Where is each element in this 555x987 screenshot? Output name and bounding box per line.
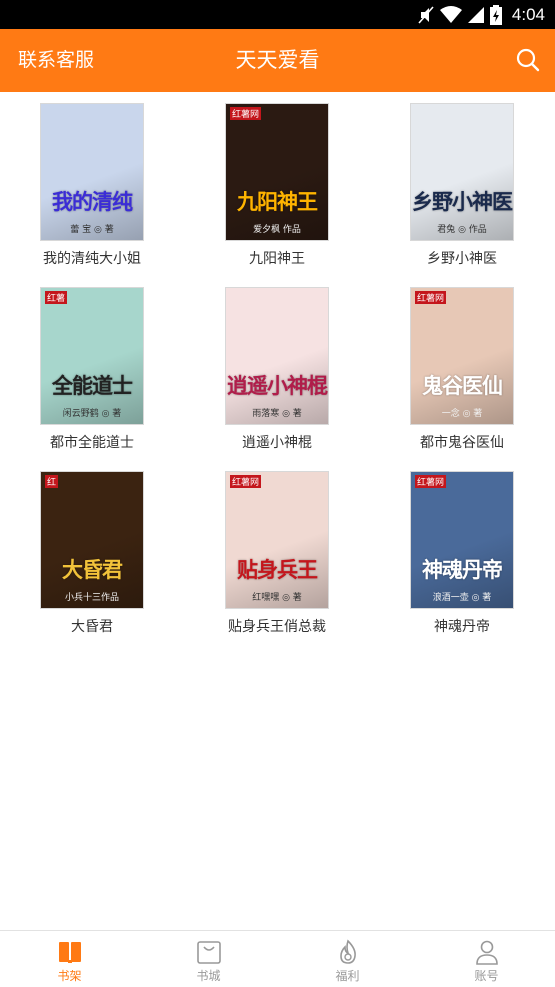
book-title: 神魂丹帝 bbox=[434, 619, 490, 635]
book-item[interactable]: 红薯网 神魂丹帝 浪酒一壶 ◎ 著神魂丹帝 bbox=[387, 460, 537, 635]
tab-label: 书城 bbox=[196, 969, 221, 983]
book-title: 都市鬼谷医仙 bbox=[420, 435, 504, 451]
book-item[interactable]: 红薯网贴身兵王红嘿嘿 ◎ 著贴身兵王俏总裁 bbox=[202, 460, 352, 635]
cover-title: 大昏君 bbox=[62, 557, 123, 582]
cover-author: 一念 ◎ 著 bbox=[441, 409, 483, 419]
bookshelf-icon bbox=[56, 938, 84, 966]
cover-author: 君兔 ◎ 作品 bbox=[437, 225, 487, 235]
cover-title: 我的清纯 bbox=[52, 189, 133, 214]
book-item[interactable]: 红薯网鬼谷医仙一念 ◎ 著都市鬼谷医仙 bbox=[387, 276, 537, 451]
cover-title: 九阳神王 bbox=[237, 189, 318, 214]
book-title: 贴身兵王俏总裁 bbox=[228, 619, 326, 635]
cover-author: 爱夕枫 作品 bbox=[253, 225, 301, 235]
book-title: 大昏君 bbox=[71, 619, 113, 635]
cover-author: 闲云野鹤 ◎ 著 bbox=[62, 409, 122, 419]
contact-support-button[interactable]: 联系客服 bbox=[18, 29, 94, 92]
tab-label: 书架 bbox=[57, 969, 82, 983]
tab-label: 福利 bbox=[335, 969, 360, 983]
wifi-icon bbox=[439, 5, 462, 23]
book-title: 逍遥小神棍 bbox=[242, 435, 312, 451]
book-cover[interactable]: 逍遥小神棍雨落寒 ◎ 著 bbox=[226, 288, 328, 424]
signal-icon bbox=[467, 6, 484, 23]
book-item[interactable]: 乡野小神医 君兔 ◎ 作品 乡野小神医 bbox=[387, 92, 537, 267]
book-item[interactable]: 我的清纯蕾 宝 ◎ 著我的清纯大小姐 bbox=[17, 92, 167, 267]
battery-icon bbox=[489, 4, 502, 25]
cover-publisher-tag: 红薯 bbox=[45, 291, 68, 304]
account-icon bbox=[473, 938, 501, 966]
book-item[interactable]: 红薯全能道士闲云野鹤 ◎ 著都市全能道士 bbox=[17, 276, 167, 451]
book-title: 乡野小神医 bbox=[427, 251, 497, 267]
book-cover[interactable]: 乡野小神医君兔 ◎ 作品 bbox=[411, 104, 513, 240]
book-cover[interactable]: 红薯网鬼谷医仙一念 ◎ 著 bbox=[411, 288, 513, 424]
book-cover[interactable]: 红大昏君小兵十三作品 bbox=[41, 472, 143, 608]
status-icons: 4:04 bbox=[418, 0, 545, 29]
cover-title: 逍遥小神棍 bbox=[227, 373, 328, 398]
cover-title: 贴身兵王 bbox=[237, 557, 318, 582]
book-title: 我的清纯大小姐 bbox=[43, 251, 141, 267]
book-title: 九阳神王 bbox=[249, 251, 305, 267]
status-bar: 4:04 bbox=[0, 0, 555, 29]
book-title: 都市全能道士 bbox=[50, 435, 134, 451]
cover-publisher-tag: 红 bbox=[45, 475, 59, 488]
cover-author: 雨落寒 ◎ 著 bbox=[252, 409, 302, 419]
store-bag-icon bbox=[195, 938, 223, 966]
book-item[interactable]: 逍遥小神棍 雨落寒 ◎ 著逍遥小神棍 bbox=[202, 276, 352, 451]
tab-welfare[interactable]: 福利 bbox=[278, 931, 417, 987]
tab-store[interactable]: 书城 bbox=[139, 931, 278, 987]
cover-author: 浪酒一壶 ◎ 著 bbox=[432, 593, 492, 603]
cover-author: 红嘿嘿 ◎ 著 bbox=[252, 593, 302, 603]
book-cover[interactable]: 我的清纯蕾 宝 ◎ 著 bbox=[41, 104, 143, 240]
book-item[interactable]: 红大昏君 小兵十三作品 大昏君 bbox=[17, 460, 167, 635]
mute-icon bbox=[418, 5, 434, 24]
cover-title: 乡野小神医 bbox=[412, 189, 513, 214]
bottom-tab-bar: 书架 书城 福利 账号 bbox=[0, 930, 555, 987]
cover-publisher-tag: 红薯网 bbox=[415, 291, 447, 304]
status-time: 4:04 bbox=[511, 4, 545, 24]
cover-publisher-tag: 红薯网 bbox=[230, 475, 262, 488]
search-icon[interactable] bbox=[513, 45, 543, 75]
book-cover[interactable]: 红薯全能道士闲云野鹤 ◎ 著 bbox=[41, 288, 143, 424]
tab-bookshelf[interactable]: 书架 bbox=[0, 931, 139, 987]
cover-author: 小兵十三作品 bbox=[64, 593, 119, 603]
book-cover[interactable]: 红薯网神魂丹帝浪酒一壶 ◎ 著 bbox=[411, 472, 513, 608]
cover-title: 神魂丹帝 bbox=[422, 557, 503, 582]
app-bar: 联系客服 天天爱看 bbox=[0, 29, 555, 92]
cover-publisher-tag: 红薯网 bbox=[415, 475, 447, 488]
flame-icon bbox=[334, 938, 362, 966]
book-cover[interactable]: 红薯网九阳神王爱夕枫 作品 bbox=[226, 104, 328, 240]
cover-title: 鬼谷医仙 bbox=[422, 373, 503, 398]
tab-account[interactable]: 账号 bbox=[417, 931, 555, 987]
cover-title: 全能道士 bbox=[52, 373, 133, 398]
book-cover[interactable]: 红薯网贴身兵王红嘿嘿 ◎ 著 bbox=[226, 472, 328, 608]
book-item[interactable]: 红薯网 九阳神王 爱夕枫 作品 九阳神王 bbox=[202, 92, 352, 267]
tab-label: 账号 bbox=[474, 969, 499, 983]
cover-publisher-tag: 红薯网 bbox=[230, 107, 262, 120]
cover-author: 蕾 宝 ◎ 著 bbox=[70, 225, 114, 235]
